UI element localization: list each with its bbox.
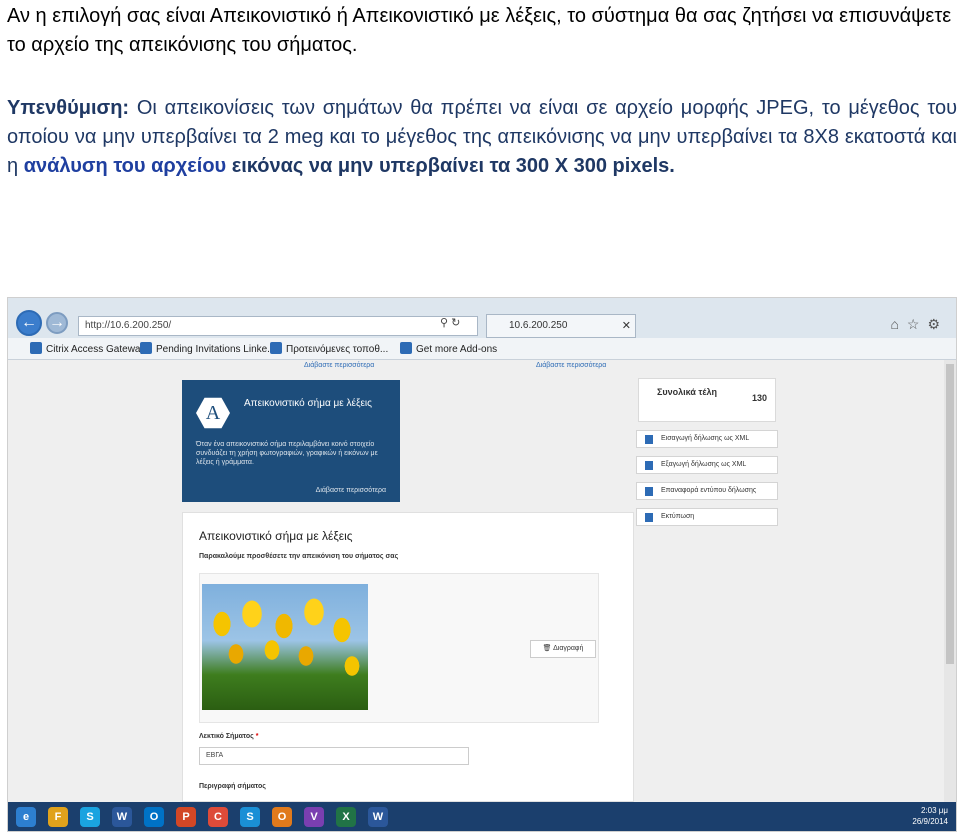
reminder-label: Υπενθύμιση:	[7, 97, 130, 119]
print-icon	[645, 513, 653, 522]
favorite-icon	[30, 342, 42, 354]
form-title: Απεικονιστικό σήμα με λέξεις	[199, 529, 353, 543]
clock-time: 2:03 μμ	[920, 806, 948, 815]
embedded-screenshot: ← → http://10.6.200.250/ ⚲ ↻ 10.6.200.25…	[7, 297, 957, 832]
reminder-bold-end: εικόνας να μην υπερβαίνει τα 300 Χ 300 p…	[226, 155, 675, 177]
image-upload-area[interactable]: 🗑 Διαγραφή	[199, 573, 599, 723]
home-star-gear-icon[interactable]: ⌂☆⚙	[890, 316, 948, 333]
favorite-item[interactable]: Citrix Access Gateway	[30, 342, 145, 355]
favorites-bar: Citrix Access Gateway Pending Invitation…	[8, 338, 956, 360]
file-icon	[645, 435, 653, 444]
read-more-link[interactable]: Διάβαστε περισσότερα	[536, 362, 606, 369]
favorite-icon	[270, 342, 282, 354]
outlook-icon[interactable]: O	[144, 807, 164, 827]
powerpoint-icon[interactable]: P	[176, 807, 196, 827]
skype-icon[interactable]: S	[80, 807, 100, 827]
close-icon[interactable]: ✕	[622, 315, 631, 337]
trademark-description-label: Περιγραφή σήματος	[199, 783, 266, 790]
total-fees-value: 130	[751, 393, 767, 403]
clock-date: 26/9/2014	[912, 817, 948, 826]
total-fees-box: Συνολικά τέλη 130	[638, 378, 776, 422]
web-page: Διάβαστε περισσότερα Διάβαστε περισσότερ…	[8, 360, 956, 802]
scrollbar-thumb[interactable]	[946, 364, 954, 664]
linkedin-icon	[140, 342, 152, 354]
skype-icon[interactable]: S	[240, 807, 260, 827]
scrollbar[interactable]	[944, 360, 956, 802]
import-xml-button[interactable]: Εισαγωγή δήλωσης ως XML	[636, 430, 778, 448]
refresh-icon[interactable]: ⚲ ↻	[440, 316, 460, 329]
favorite-item[interactable]: Pending Invitations Linke...	[140, 342, 276, 355]
panel-read-more-link[interactable]: Διάβαστε περισσότερα	[316, 487, 386, 494]
logo-icon: A	[196, 397, 230, 429]
folder-icon[interactable]: F	[48, 807, 68, 827]
trademark-image	[202, 584, 368, 710]
panel-title: Απεικονιστικό σήμα με λέξεις	[244, 398, 372, 409]
word-icon[interactable]: W	[368, 807, 388, 827]
print-button[interactable]: Εκτύπωση	[636, 508, 778, 526]
chrome-icon[interactable]: C	[208, 807, 228, 827]
export-xml-button[interactable]: Εξαγωγή δήλωσης ως XML	[636, 456, 778, 474]
word-icon[interactable]: W	[112, 807, 132, 827]
reminder-paragraph: Υπενθύμιση: Οι απεικονίσεις των σημάτων …	[7, 94, 957, 181]
trademark-type-panel[interactable]: A Απεικονιστικό σήμα με λέξεις Όταν ένα …	[182, 380, 400, 502]
delete-image-button[interactable]: 🗑 Διαγραφή	[530, 640, 596, 658]
back-arrow-icon[interactable]: ←	[16, 310, 42, 336]
ie-icon[interactable]: e	[16, 807, 36, 827]
excel-icon[interactable]: X	[336, 807, 356, 827]
tab-title: 10.6.200.250	[509, 320, 568, 331]
trash-icon: 🗑	[542, 645, 554, 652]
reminder-highlight: ανάλυση του αρχείου	[23, 155, 227, 177]
outlook-icon[interactable]: O	[272, 807, 292, 827]
total-fees-label: Συνολικά τέλη	[657, 387, 717, 397]
reset-icon	[645, 487, 653, 496]
favorite-item[interactable]: Get more Add-ons	[400, 342, 497, 355]
browser-tab[interactable]: 10.6.200.250 ✕	[486, 314, 636, 338]
trademark-text-input[interactable]: ΕΒΓΑ	[199, 747, 469, 765]
browser-titlebar: ← → http://10.6.200.250/ ⚲ ↻ 10.6.200.25…	[8, 298, 956, 342]
trademark-form: Απεικονιστικό σήμα με λέξεις Παρακαλούμε…	[182, 512, 634, 802]
app-icon[interactable]: V	[304, 807, 324, 827]
address-bar[interactable]: http://10.6.200.250/	[78, 316, 478, 336]
file-icon	[645, 461, 653, 470]
reset-form-button[interactable]: Επαναφορά εντύπου δήλωσης	[636, 482, 778, 500]
trademark-text-label: Λεκτικό Σήματος *	[199, 733, 259, 740]
read-more-link[interactable]: Διάβαστε περισσότερα	[304, 362, 374, 369]
addons-icon	[400, 342, 412, 354]
panel-description: Όταν ένα απεικονιστικό σήμα περιλαμβάνει…	[196, 441, 378, 466]
forward-arrow-icon[interactable]: →	[46, 312, 68, 334]
form-subtitle: Παρακαλούμε προσθέσετε την απεικόνιση το…	[199, 553, 399, 560]
windows-taskbar: e F S W O P C S O V X W 2:03 μμ 26/9/201…	[8, 802, 956, 831]
favorite-item[interactable]: Προτεινόμενες τοποθ...	[270, 342, 388, 355]
system-clock[interactable]: 2:03 μμ 26/9/2014	[912, 805, 948, 827]
intro-paragraph: Αν η επιλογή σας είναι Απεικονιστικό ή Α…	[7, 5, 952, 56]
